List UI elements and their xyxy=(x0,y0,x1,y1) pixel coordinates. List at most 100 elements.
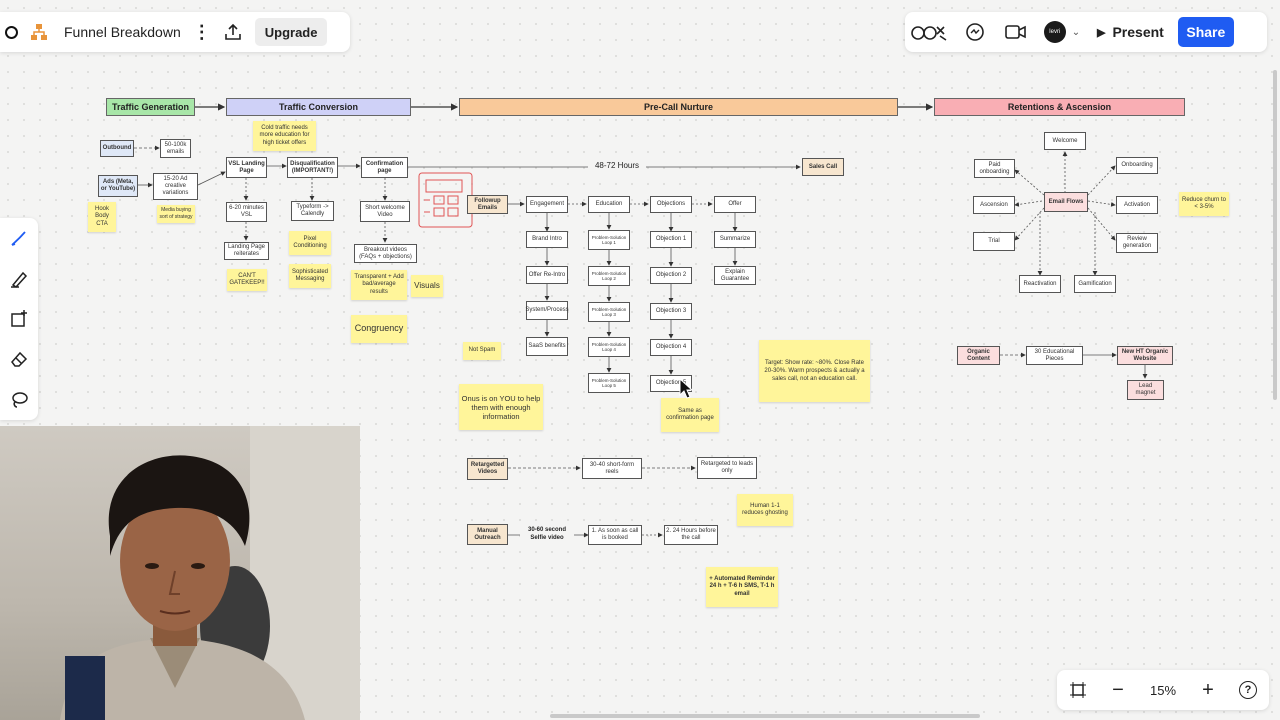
eraser-icon[interactable] xyxy=(0,341,38,377)
node-objection-2[interactable]: Objection 2 xyxy=(650,267,692,284)
node-educational-pieces[interactable]: 30 Educational Pieces xyxy=(1026,346,1083,365)
node-breakout-videos[interactable]: Breakout videos (FAQs + objections) xyxy=(354,244,417,263)
node-welcome-video[interactable]: Short welcome Video xyxy=(360,201,410,222)
sticky-pixel-conditioning[interactable]: Pixel Conditioning xyxy=(289,231,331,255)
sticky-same-as-confirmation[interactable]: Same as confirmation page xyxy=(661,398,719,432)
stage-pre-call-nurture[interactable]: Pre-Call Nurture xyxy=(459,98,898,116)
sticky-cold-traffic[interactable]: Cold traffic needs more education for hi… xyxy=(253,121,316,151)
zoom-level[interactable]: 15% xyxy=(1143,683,1183,698)
sticky-sophisticated-messaging[interactable]: Sophisticated Messaging xyxy=(289,264,331,288)
node-welcome[interactable]: Welcome xyxy=(1044,132,1086,150)
node-manual-outreach[interactable]: Manual Outreach xyxy=(467,524,508,545)
node-reactivation[interactable]: Reactivation xyxy=(1019,275,1061,293)
node-objection-1[interactable]: Objection 1 xyxy=(650,231,692,248)
sticky-reduce-churn[interactable]: Reduce churn to < 3-5% xyxy=(1179,192,1229,216)
node-activation[interactable]: Activation xyxy=(1116,196,1158,214)
sticky-target[interactable]: Target: Show rate: ~80%. Close Rate 20-3… xyxy=(759,340,870,402)
node-gamification[interactable]: Gamification xyxy=(1074,275,1116,293)
node-onboarding[interactable]: Onboarding xyxy=(1116,157,1158,174)
node-asap-after-booking[interactable]: 1. As soon as call is booked xyxy=(588,525,642,545)
node-retargeted-leads[interactable]: Retargeted to leads only xyxy=(697,457,757,479)
sticky-onus[interactable]: Onus is on YOU to help them with enough … xyxy=(459,384,543,430)
node-objection-4[interactable]: Objection 4 xyxy=(650,339,692,356)
horizontal-scrollbar[interactable] xyxy=(550,714,980,718)
mouse-cursor-icon xyxy=(679,378,693,399)
export-icon[interactable] xyxy=(215,12,251,52)
node-psl-1[interactable]: Problem-Solution Loop 1 xyxy=(588,230,630,250)
collaborators-icon[interactable] xyxy=(905,12,955,52)
present-button[interactable]: ▶ Present xyxy=(1087,17,1174,47)
pen-tool-icon[interactable] xyxy=(0,220,38,256)
node-system-process[interactable]: System/Process xyxy=(525,301,569,320)
red-wireframe-sketch xyxy=(418,172,473,228)
sticky-visuals[interactable]: Visuals xyxy=(411,275,443,297)
sticky-congruency[interactable]: Congruency xyxy=(351,315,407,343)
node-confirmation-page[interactable]: Confirmation page xyxy=(361,157,408,178)
video-call-icon[interactable] xyxy=(995,12,1037,52)
node-ht-organic-website[interactable]: New HT Organic Website xyxy=(1117,346,1173,365)
node-objections[interactable]: Objections xyxy=(650,196,692,213)
node-outbound[interactable]: Outbound xyxy=(100,140,134,157)
sticky-transparent-results[interactable]: Transparent + Add bad/average results xyxy=(351,270,407,300)
node-ads[interactable]: Ads (Meta, or YouTube) xyxy=(98,175,138,197)
chat-icon[interactable] xyxy=(955,12,995,52)
node-objection-3[interactable]: Objection 3 xyxy=(650,303,692,320)
node-trial[interactable]: Trial xyxy=(973,232,1015,251)
sticky-not-spam[interactable]: Not Spam xyxy=(463,342,501,360)
sticky-cant-gatekeep[interactable]: CAN'T GATEKEEP!! xyxy=(227,269,267,291)
node-psl-4[interactable]: Problem-Solution Loop 4 xyxy=(588,337,630,357)
node-paid-onboarding[interactable]: Paid onboarding xyxy=(974,159,1015,178)
upgrade-button[interactable]: Upgrade xyxy=(254,18,328,46)
sticky-human-1-1[interactable]: Human 1-1 reduces ghosting xyxy=(737,494,793,526)
node-short-form-reels[interactable]: 30-40 short-form reels xyxy=(582,458,642,479)
node-review-generation[interactable]: Review generation xyxy=(1116,233,1158,253)
menu-logo-icon[interactable] xyxy=(0,12,22,52)
stage-traffic-generation[interactable]: Traffic Generation xyxy=(106,98,195,116)
node-landing-page-reiterates[interactable]: Landing Page reiterates xyxy=(224,242,269,260)
zoom-controls: − 15% + ? xyxy=(1057,670,1269,710)
node-brand-intro[interactable]: Brand Intro xyxy=(526,231,568,248)
board-title[interactable]: Funnel Breakdown xyxy=(56,24,189,40)
node-24-hours-before[interactable]: 2. 24 Hours before the call xyxy=(664,525,718,545)
node-vsl-length[interactable]: 6-20 minutes VSL xyxy=(226,202,267,222)
node-explain-guarantee[interactable]: Explain Guarantee xyxy=(714,266,756,285)
node-saas-benefits[interactable]: SaaS benefits xyxy=(526,337,568,356)
node-typeform-calendly[interactable]: Typeform -> Calendly xyxy=(291,201,334,221)
node-ascension[interactable]: Ascension xyxy=(973,196,1015,214)
node-psl-2[interactable]: Problem-Solution Loop 2 xyxy=(588,266,630,286)
node-sales-call[interactable]: Sales Call xyxy=(802,158,844,176)
stage-traffic-conversion[interactable]: Traffic Conversion xyxy=(226,98,411,116)
node-lead-magnet[interactable]: Lead magnet xyxy=(1127,380,1164,400)
node-emails[interactable]: 50-100k emails xyxy=(160,139,191,158)
node-retargeted-videos[interactable]: Retargetted Videos xyxy=(467,458,508,480)
node-organic-content[interactable]: Organic Content xyxy=(957,346,1000,365)
zoom-in-button[interactable]: + xyxy=(1193,675,1223,705)
lasso-icon[interactable] xyxy=(0,382,38,418)
node-vsl-landing-page[interactable]: VSL Landing Page xyxy=(226,157,267,178)
sticky-automated-reminder[interactable]: + Automated Reminder 24 h + T-6 h SMS, T… xyxy=(706,567,778,607)
node-offer[interactable]: Offer xyxy=(714,196,756,213)
node-email-flows[interactable]: Email Flows xyxy=(1044,192,1088,212)
node-offer-reintro[interactable]: Offer Re-Intro xyxy=(526,266,568,284)
user-avatar-menu[interactable]: levri ⌄ xyxy=(1037,12,1087,52)
sticky-hook-body-cta[interactable]: Hook Body CTA xyxy=(88,202,116,232)
node-summarize[interactable]: Summarize xyxy=(714,231,756,248)
node-ad-creatives[interactable]: 15-20 Ad creative variations xyxy=(153,173,198,200)
node-followup-emails[interactable]: Followup Emails xyxy=(467,195,508,214)
node-disqualification[interactable]: Disqualification (IMPORTANT!) xyxy=(287,157,338,178)
stage-retention-ascension[interactable]: Retentions & Ascension xyxy=(934,98,1185,116)
share-button[interactable]: Share xyxy=(1177,17,1234,47)
fit-frame-icon[interactable] xyxy=(1063,675,1093,705)
vertical-scrollbar[interactable] xyxy=(1273,70,1277,400)
highlighter-icon[interactable] xyxy=(0,261,38,297)
node-psl-3[interactable]: Problem-Solution Loop 3 xyxy=(588,302,630,322)
node-education[interactable]: Education xyxy=(588,196,630,213)
more-options-icon[interactable]: ⋮ xyxy=(189,12,215,52)
org-chart-icon[interactable] xyxy=(22,12,56,52)
zoom-out-button[interactable]: − xyxy=(1103,675,1133,705)
node-engagement[interactable]: Engagement xyxy=(526,196,568,213)
sticky-media-buying[interactable]: Media buying sort of strategy xyxy=(157,205,195,223)
shape-add-icon[interactable] xyxy=(0,301,38,337)
node-psl-5[interactable]: Problem-Solution Loop 5 xyxy=(588,373,630,393)
help-icon[interactable]: ? xyxy=(1233,675,1263,705)
